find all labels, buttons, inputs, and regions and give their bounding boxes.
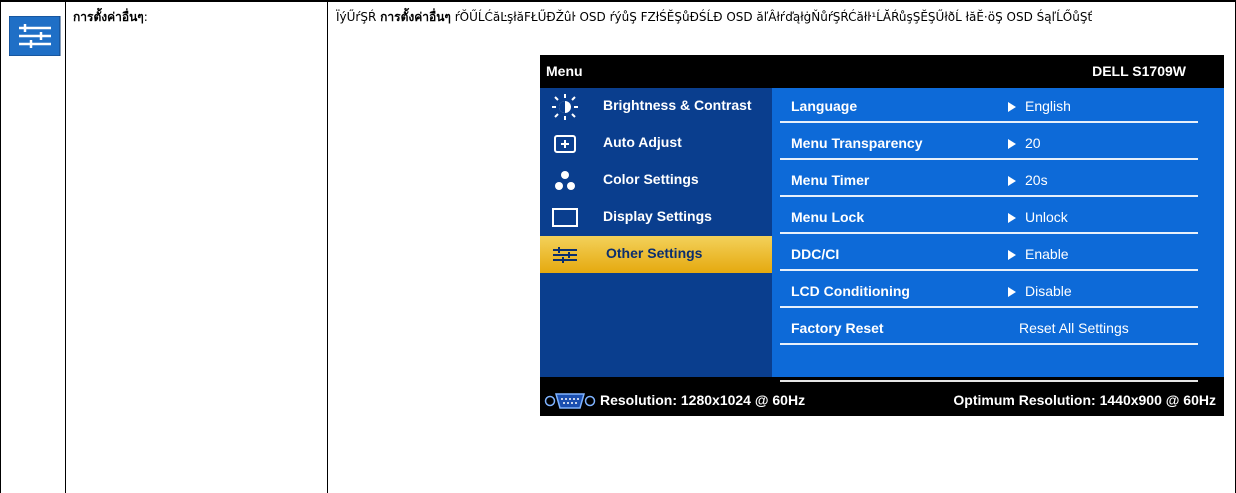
arrow-right-icon bbox=[1008, 250, 1016, 260]
arrow-right-icon bbox=[1008, 102, 1016, 112]
osd-row-value: 20s bbox=[1008, 172, 1048, 188]
section-heading-text: การตั้งค่าอื่นๆ bbox=[73, 10, 144, 24]
arrow-right-icon bbox=[1008, 139, 1016, 149]
osd-row-empty bbox=[780, 347, 1198, 382]
description-prefix: ÏýŰŕŞŔ bbox=[336, 10, 377, 24]
osd-item-label: Other Settings bbox=[606, 245, 703, 261]
brightness-icon bbox=[552, 94, 578, 120]
osd-item-brightness-contrast[interactable]: Brightness & Contrast bbox=[540, 88, 772, 125]
osd-value-text: 20s bbox=[1025, 172, 1048, 188]
osd-value-text: Unlock bbox=[1025, 209, 1068, 225]
osd-menu: Menu DELL S1709W Brightness & Contrast A… bbox=[540, 55, 1224, 416]
section-heading-colon: : bbox=[143, 10, 148, 24]
row-divider bbox=[780, 306, 1198, 308]
osd-row-menu-timer[interactable]: Menu Timer 20s bbox=[780, 162, 1198, 197]
osd-row-factory-reset[interactable]: Factory Reset Reset All Settings bbox=[780, 310, 1198, 345]
row-divider bbox=[780, 121, 1198, 123]
row-divider bbox=[780, 158, 1198, 160]
osd-menu-title: Menu bbox=[546, 63, 583, 79]
osd-value-text: 20 bbox=[1025, 135, 1041, 151]
arrow-right-icon bbox=[1008, 213, 1016, 223]
optimum-resolution: Optimum Resolution: 1440x900 @ 60Hz bbox=[953, 392, 1216, 408]
osd-row-key: DDC/CI bbox=[791, 246, 840, 262]
osd-item-label: Auto Adjust bbox=[603, 134, 682, 150]
osd-value-text: Enable bbox=[1025, 246, 1069, 262]
osd-item-color-settings[interactable]: Color Settings bbox=[540, 162, 772, 199]
other-settings-icon bbox=[9, 16, 61, 56]
other-settings-icon bbox=[553, 247, 577, 263]
osd-model-name: DELL S1709W bbox=[1092, 63, 1186, 79]
osd-row-value: English bbox=[1008, 98, 1071, 114]
osd-row-key: Menu Lock bbox=[791, 209, 865, 225]
osd-row-value: Unlock bbox=[1008, 209, 1068, 225]
osd-value-text: English bbox=[1025, 98, 1071, 114]
row-divider bbox=[780, 343, 1198, 345]
osd-row-language[interactable]: Language English bbox=[780, 88, 1198, 123]
osd-category-panel: Brightness & Contrast Auto Adjust Color … bbox=[540, 88, 772, 377]
osd-value-text: Disable bbox=[1025, 283, 1072, 299]
osd-row-menu-lock[interactable]: Menu Lock Unlock bbox=[780, 199, 1198, 234]
arrow-right-icon bbox=[1008, 287, 1016, 297]
section-heading: การตั้งค่าอื่นๆ: bbox=[73, 8, 148, 27]
table-top-border bbox=[0, 0, 1236, 2]
row-divider bbox=[780, 232, 1198, 234]
description-bold: การตั้งค่าอื่นๆ bbox=[380, 10, 451, 24]
vga-connector-icon bbox=[544, 393, 596, 409]
osd-row-value: Disable bbox=[1008, 283, 1072, 299]
osd-row-key: Factory Reset bbox=[791, 320, 884, 336]
osd-settings-panel: Language English Menu Transparency 20 Me… bbox=[772, 88, 1224, 382]
osd-row-key: Menu Transparency bbox=[791, 135, 923, 151]
osd-row-value: Reset All Settings bbox=[1019, 320, 1129, 336]
osd-row-menu-transparency[interactable]: Menu Transparency 20 bbox=[780, 125, 1198, 160]
section-description: ÏýŰŕŞŔ การตั้งค่าอื่นๆ ŕŎŰĹĆăĿşłăFŁŰĐŽûŀ… bbox=[336, 8, 1092, 27]
table-col-divider-1 bbox=[65, 0, 66, 493]
color-settings-icon bbox=[555, 171, 575, 190]
description-rest: ŕŎŰĹĆăĿşłăFŁŰĐŽûŀ OSD ŕýůŞ FZłŚĔŞůĐŚĹĐ O… bbox=[454, 10, 1093, 24]
osd-item-label: Display Settings bbox=[603, 208, 712, 224]
table-left-border bbox=[0, 0, 1, 493]
osd-row-key: Language bbox=[791, 98, 858, 114]
row-divider bbox=[780, 195, 1198, 197]
osd-row-value: Enable bbox=[1008, 246, 1069, 262]
osd-row-lcd-conditioning[interactable]: LCD Conditioning Disable bbox=[780, 273, 1198, 308]
osd-item-label: Color Settings bbox=[603, 171, 699, 187]
table-col-divider-2 bbox=[327, 0, 328, 493]
osd-item-display-settings[interactable]: Display Settings bbox=[540, 199, 772, 236]
display-settings-icon bbox=[552, 208, 578, 227]
osd-row-key: LCD Conditioning bbox=[791, 283, 910, 299]
current-resolution: Resolution: 1280x1024 @ 60Hz bbox=[600, 392, 806, 408]
row-divider bbox=[780, 269, 1198, 271]
osd-header: Menu DELL S1709W bbox=[540, 55, 1224, 86]
osd-row-ddc-ci[interactable]: DDC/CI Enable bbox=[780, 236, 1198, 271]
osd-item-label: Brightness & Contrast bbox=[603, 97, 752, 113]
osd-row-value: 20 bbox=[1008, 135, 1041, 151]
osd-item-other-settings[interactable]: Other Settings bbox=[540, 236, 772, 273]
row-divider bbox=[780, 380, 1198, 382]
osd-row-key: Menu Timer bbox=[791, 172, 870, 188]
osd-footer: Resolution: 1280x1024 @ 60Hz Optimum Res… bbox=[540, 385, 1224, 416]
auto-adjust-icon bbox=[554, 135, 576, 153]
arrow-right-icon bbox=[1008, 176, 1016, 186]
osd-item-auto-adjust[interactable]: Auto Adjust bbox=[540, 125, 772, 162]
